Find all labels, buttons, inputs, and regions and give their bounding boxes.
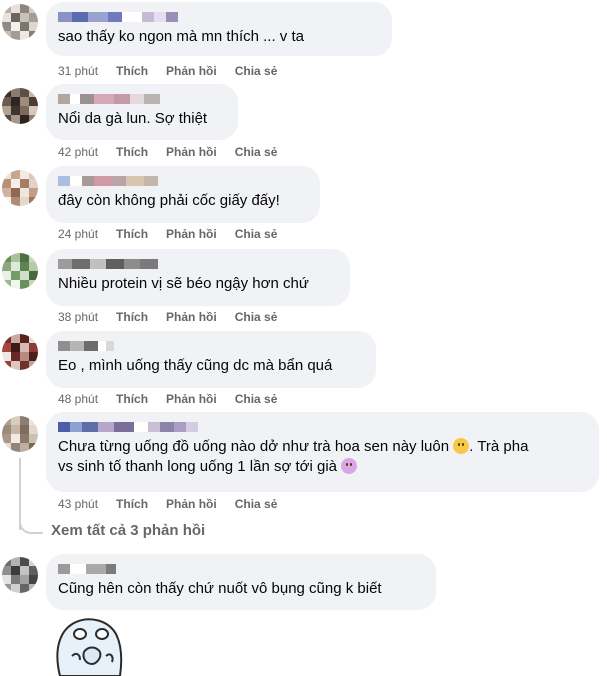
comment-time[interactable]: 24 phút [58, 227, 98, 243]
comment-text: Cũng hên còn thấy chứ nuốt vô bụng cũng … [58, 580, 382, 597]
comment-time[interactable]: 43 phút [58, 497, 98, 513]
worried-face-icon [453, 438, 470, 454]
comment-time[interactable]: 31 phút [58, 64, 98, 80]
comment-bubble: Cũng hên còn thấy chứ nuốt vô bụng cũng … [46, 554, 436, 610]
avatar[interactable] [2, 4, 38, 40]
bear-sticker-icon [56, 618, 123, 676]
comment-bubble: Chưa từng uống đồ uống nào dở như trà ho… [46, 412, 599, 492]
comment-actions: 43 phút Thích Phản hồi Chia sẻ [58, 497, 277, 513]
comment-text: đây còn không phải cốc giấy đấy! [58, 192, 280, 209]
comment-actions: 42 phút Thích Phản hồi Chia sẻ [58, 145, 277, 161]
thread-connector [19, 512, 43, 534]
reply-button[interactable]: Phản hồi [166, 497, 217, 513]
share-button[interactable]: Chia sẻ [235, 310, 278, 326]
reply-button[interactable]: Phản hồi [166, 145, 217, 161]
like-button[interactable]: Thích [116, 227, 148, 243]
comment-bubble: Nổi da gà lun. Sợ thiệt [46, 84, 238, 140]
like-button[interactable]: Thích [116, 497, 148, 513]
like-button[interactable]: Thích [116, 392, 148, 408]
share-button[interactable]: Chia sẻ [235, 227, 278, 243]
comment-actions: 48 phút Thích Phản hồi Chia sẻ [58, 392, 277, 408]
reply-button[interactable]: Phản hồi [166, 310, 217, 326]
author-name[interactable] [58, 562, 424, 576]
view-replies-link[interactable]: Xem tất cả 3 phản hồi [51, 522, 205, 539]
share-button[interactable]: Chia sẻ [235, 392, 278, 408]
share-button[interactable]: Chia sẻ [235, 145, 278, 161]
author-name[interactable] [58, 257, 338, 271]
author-name[interactable] [58, 339, 364, 353]
comment-text: Nổi da gà lun. Sợ thiệt [58, 110, 208, 127]
comment-time[interactable]: 48 phút [58, 392, 98, 408]
avatar[interactable] [2, 334, 38, 370]
comment-bubble: Nhiều protein vị sẽ béo ngậy hơn chứ [46, 249, 350, 306]
comment-text: Eo , mình uống thấy cũng dc mà bẩn quá [58, 357, 333, 374]
reply-button[interactable]: Phản hồi [166, 227, 217, 243]
reply-button[interactable]: Phản hồi [166, 64, 217, 80]
comment-bubble: sao thấy ko ngon mà mn thích ... v ta [46, 2, 392, 56]
share-button[interactable]: Chia sẻ [235, 64, 278, 80]
comment-actions: 38 phút Thích Phản hồi Chia sẻ [58, 310, 277, 326]
author-name[interactable] [58, 420, 587, 434]
avatar[interactable] [2, 557, 38, 593]
comment-bubble: đây còn không phải cốc giấy đấy! [46, 166, 320, 223]
avatar[interactable] [2, 88, 38, 124]
comment-time[interactable]: 42 phút [58, 145, 98, 161]
comment-text: Nhiều protein vị sẽ béo ngậy hơn chứ [58, 275, 309, 292]
author-name[interactable] [58, 174, 308, 188]
like-button[interactable]: Thích [116, 310, 148, 326]
avatar[interactable] [2, 416, 38, 452]
comment-time[interactable]: 38 phút [58, 310, 98, 326]
author-name[interactable] [58, 10, 380, 24]
avatar[interactable] [2, 170, 38, 206]
like-button[interactable]: Thích [116, 145, 148, 161]
author-name[interactable] [58, 92, 226, 106]
comment-actions: 24 phút Thích Phản hồi Chia sẻ [58, 227, 277, 243]
comment-actions: 31 phút Thích Phản hồi Chia sẻ [58, 64, 277, 80]
comment-text: Chưa từng uống đồ uống nào dở như trà ho… [58, 438, 529, 475]
like-button[interactable]: Thích [116, 64, 148, 80]
avatar[interactable] [2, 253, 38, 289]
share-button[interactable]: Chia sẻ [235, 497, 278, 513]
comment-bubble: Eo , mình uống thấy cũng dc mà bẩn quá [46, 331, 376, 388]
sick-face-icon [341, 458, 358, 474]
comment-text: sao thấy ko ngon mà mn thích ... v ta [58, 28, 304, 45]
reply-button[interactable]: Phản hồi [166, 392, 217, 408]
